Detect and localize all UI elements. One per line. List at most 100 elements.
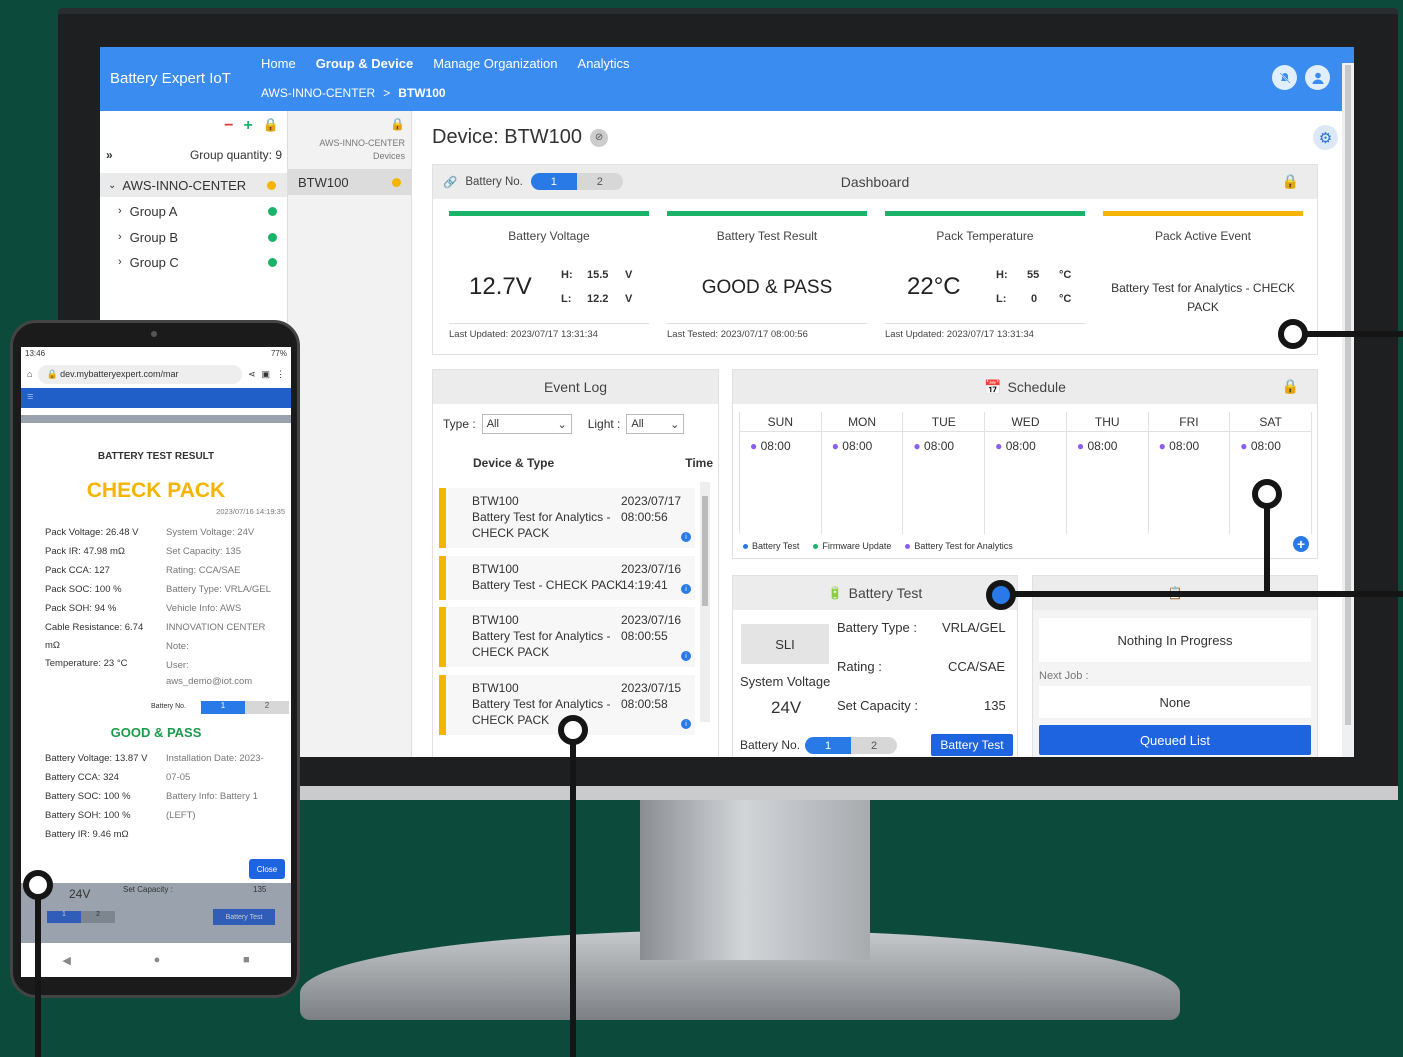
scrollbar-thumb[interactable] — [1345, 65, 1351, 725]
schedule-day-tue[interactable]: TUE ● 08:00 — [903, 412, 986, 534]
callout-marker — [558, 715, 588, 745]
callout-line — [1306, 331, 1403, 337]
status-battery: 77% — [270, 349, 287, 358]
schedule-time: 08:00 — [1005, 439, 1036, 453]
lock-icon[interactable]: 🔒 — [390, 117, 405, 131]
voltage-unit: V — [625, 269, 633, 281]
bg-tab-2: 2 — [81, 911, 115, 923]
battery-tab-1[interactable]: 1 — [530, 173, 577, 190]
schedule-grid: SUN ● 08:00 MON ● 08:00 TUE ● 08:00 WED ● 08… — [739, 412, 1312, 534]
info-icon[interactable]: i — [681, 719, 691, 729]
battery-tab-2[interactable]: 2 — [576, 173, 623, 190]
tree-group-b[interactable]: › Group B — [100, 225, 287, 249]
page-title: Device: BTW100 ⊘ — [432, 126, 609, 149]
back-icon[interactable]: ◀ — [62, 954, 70, 967]
home-icon[interactable]: ⌂ — [27, 369, 32, 379]
battery-tab-2[interactable]: 2 — [851, 737, 897, 754]
light-filter-select[interactable]: All ⌄ — [626, 414, 685, 434]
job-in-progress: Nothing In Progress — [1039, 618, 1311, 662]
recents-icon[interactable]: ■ — [243, 954, 250, 966]
nav-manage-organization[interactable]: Manage Organization — [433, 56, 557, 71]
expand-toggle[interactable]: » — [106, 148, 113, 162]
temp-high-label: H: — [996, 269, 1008, 281]
info-icon[interactable]: i — [681, 584, 691, 594]
battery-test-body: SLI System Voltage 24V Battery Type : VR… — [733, 610, 1017, 757]
info-icon[interactable]: i — [681, 532, 691, 542]
day-label: SAT — [1230, 412, 1311, 432]
nav-group-device[interactable]: Group & Device — [316, 56, 414, 71]
temp-low: 0 — [1031, 293, 1038, 305]
nav-home[interactable]: Home — [261, 56, 296, 71]
battery-tab-1[interactable]: 1 — [201, 701, 245, 714]
add-group-button[interactable]: + — [243, 117, 252, 135]
event-log-row[interactable]: BTW100 Battery Test - CHECK PACK 2023/07/… — [439, 556, 695, 600]
event-log-row[interactable]: BTW100 Battery Test for Analytics - CHECK… — [439, 607, 695, 667]
temperature-value: 22°C — [907, 273, 961, 300]
callout-line — [1264, 507, 1270, 595]
schedule-day-fri[interactable]: FRI ● 08:00 — [1148, 412, 1231, 534]
schedule-day-sat[interactable]: SAT ● 08:00 — [1230, 412, 1312, 534]
notification-off-icon[interactable] — [1272, 65, 1297, 90]
lock-icon[interactable]: 🔒 — [1282, 378, 1299, 395]
tree-group-c[interactable]: › Group C — [100, 250, 287, 274]
menu-icon[interactable]: ⋮ — [276, 369, 285, 380]
voltage-tile: Battery Voltage 12.7V H: 15.5 V L: 12.2 … — [449, 211, 649, 341]
schedule-day-thu[interactable]: THU ● 08:00 — [1066, 412, 1149, 534]
battery-test-title: Battery Test — [848, 585, 923, 601]
day-label: TUE — [903, 412, 985, 432]
schedule-panel: 📅 Schedule 🔒 SUN ● 08:00 MON ● 08:00 TUE ● … — [732, 369, 1318, 559]
event-log-panel: Event Log Type : All ⌄ Light : All ⌄ Devic… — [432, 369, 719, 757]
home-button-icon[interactable]: ● — [154, 954, 161, 966]
battery-tab-1[interactable]: 1 — [805, 737, 851, 754]
voltage-title: Battery Voltage — [508, 229, 590, 243]
battery-tab-2[interactable]: 2 — [245, 701, 289, 714]
close-button[interactable]: Close — [249, 859, 285, 879]
temp-unit: °C — [1059, 269, 1072, 281]
add-schedule-button[interactable]: + — [1293, 536, 1309, 552]
battery-no-selector: 🔗 Battery No. 1 2 — [443, 173, 623, 190]
settings-gear-icon[interactable]: ⚙ — [1313, 125, 1338, 150]
schedule-day-sun[interactable]: SUN ● 08:00 — [740, 412, 822, 534]
event-log-row[interactable]: BTW100 Battery Test for Analytics - CHECK… — [439, 488, 695, 548]
page-scrollbar[interactable] — [1342, 63, 1354, 757]
temp-low-label: L: — [996, 293, 1007, 305]
callout-line — [1010, 591, 1403, 597]
battery-no-label: Battery No. — [740, 738, 801, 752]
scrollbar-thumb[interactable] — [702, 496, 708, 606]
temperature-title: Pack Temperature — [936, 229, 1034, 243]
battery-no-tabs: 1 2 — [530, 173, 623, 190]
lock-icon[interactable]: 🔒 — [1282, 173, 1299, 190]
battery-no-tabs: 1 2 — [201, 701, 289, 714]
chevron-right-icon: › — [118, 256, 122, 268]
share-icon[interactable]: ⋖ — [248, 369, 256, 380]
battery-icon: 🔋 — [827, 586, 843, 600]
remove-group-button[interactable]: − — [224, 117, 233, 135]
nav-analytics[interactable]: Analytics — [578, 56, 630, 71]
temperature-updated: Last Updated: 2023/07/17 13:31:34 — [885, 323, 1085, 340]
active-event-value: Battery Test for Analytics - CHECK PACK — [1111, 281, 1295, 314]
voltage-high-label: H: — [561, 269, 573, 281]
hamburger-icon[interactable]: ≡ — [27, 391, 33, 403]
info-icon[interactable]: i — [681, 651, 691, 661]
rating-value: CCA/SAE — [948, 659, 1006, 674]
dashboard-panel: 🔗 Battery No. 1 2 Dashboard 🔒 Battery Vo… — [432, 164, 1318, 355]
tree-group-a[interactable]: › Group A — [100, 199, 287, 223]
mobile-status-bar: 13:46 77% — [21, 347, 291, 360]
schedule-day-mon[interactable]: MON ● 08:00 — [821, 412, 904, 534]
queued-list-button[interactable]: Queued List — [1039, 725, 1311, 755]
breadcrumb-org[interactable]: AWS-INNO-CENTER — [261, 86, 375, 100]
tabs-icon[interactable]: ▣ — [261, 369, 270, 380]
device-item-btw100[interactable]: BTW100 — [288, 169, 412, 195]
event-log-scrollbar[interactable] — [700, 482, 710, 722]
url-field[interactable]: 🔒 dev.mybatteryexpert.com/mar — [38, 364, 242, 384]
day-label: MON — [821, 412, 903, 432]
battery-test-button[interactable]: Battery Test — [931, 734, 1013, 756]
user-avatar-icon[interactable] — [1305, 65, 1330, 90]
severity-stripe — [439, 675, 446, 735]
next-job-label: Next Job : — [1039, 670, 1089, 682]
lock-icon[interactable]: 🔒 — [263, 117, 279, 135]
day-label: WED — [985, 412, 1066, 432]
tree-org[interactable]: ⌄ AWS-INNO-CENTER — [100, 173, 287, 197]
type-filter-select[interactable]: All ⌄ — [481, 414, 572, 434]
schedule-day-wed[interactable]: WED ● 08:00 — [985, 412, 1067, 534]
